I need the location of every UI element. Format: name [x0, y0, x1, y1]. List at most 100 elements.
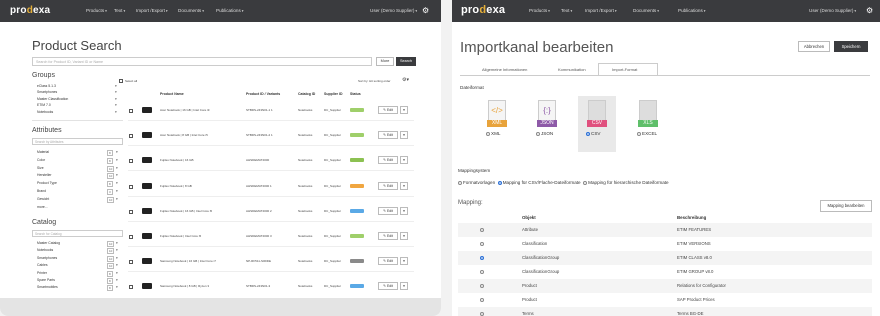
nav-import-export[interactable]: Import /Export▾: [136, 0, 168, 22]
row-checkbox[interactable]: [129, 260, 133, 265]
format-label[interactable]: EXCEL: [637, 131, 657, 136]
product-name[interactable]: Acer Notebook | 8 GB | Intel Core i5: [160, 133, 208, 137]
mapping-row[interactable]: ClassificationGroup ETIM GROUP v8.0: [458, 265, 872, 279]
expand-chevron-icon[interactable]: ▾: [116, 241, 118, 245]
option-hierarchical-mapping[interactable]: Mapping für hierarchische Dateiformate: [583, 180, 669, 185]
catalog-item[interactable]: Cables: [37, 263, 48, 267]
option-formatvorlagen[interactable]: Formatvorlagen: [458, 180, 495, 185]
col-supplier-id[interactable]: Supplier ID: [324, 92, 342, 96]
catalog-item[interactable]: Smartphones: [37, 256, 57, 260]
format-label[interactable]: JSON: [536, 131, 553, 136]
row-checkbox[interactable]: [129, 235, 133, 239]
col-product-name[interactable]: Product Name: [160, 92, 184, 96]
product-thumbnail[interactable]: [142, 258, 152, 265]
row-checkbox[interactable]: [129, 109, 133, 113]
settings-gear-icon[interactable]: ⚙: [422, 0, 429, 22]
format-label[interactable]: CSV: [586, 131, 600, 136]
expand-chevron-icon[interactable]: ▾: [116, 158, 118, 162]
expand-chevron-icon[interactable]: ▾: [116, 271, 118, 275]
attribute-item[interactable]: Brand: [37, 189, 46, 193]
expand-chevron-icon[interactable]: ▾: [116, 181, 118, 185]
mapping-row[interactable]: Classification ETIM VERSIONS: [458, 237, 872, 251]
row-menu-chevron-icon[interactable]: ▾: [400, 257, 408, 266]
attribute-item[interactable]: Gewicht: [37, 197, 49, 201]
product-name[interactable]: Acer Notebook | 16 GB | Intel Core i9: [160, 108, 209, 112]
expand-chevron-icon[interactable]: ▾: [116, 189, 118, 193]
catalog-search-input[interactable]: Search for Catalog: [32, 230, 123, 237]
mapping-row[interactable]: Product Relations for Configurator: [458, 279, 872, 293]
attribute-search-input[interactable]: Search by Attributes: [32, 138, 123, 145]
product-name[interactable]: Samsung Notebook | 16 GB | Intel Core i7: [160, 259, 216, 263]
group-item[interactable]: Master Classification: [37, 97, 68, 101]
product-thumbnail[interactable]: [142, 157, 152, 164]
attribute-item[interactable]: Size: [37, 166, 44, 170]
row-checkbox[interactable]: [129, 159, 133, 164]
edit-button[interactable]: ✎ Edit: [378, 156, 398, 165]
mapping-row[interactable]: ClassificationGroup ETIM CLASS v8.0: [458, 251, 872, 265]
expand-chevron-icon[interactable]: ▾: [115, 110, 117, 114]
nav-publications[interactable]: Publications▾: [678, 0, 706, 22]
catalog-item[interactable]: Printer: [37, 271, 47, 275]
group-item[interactable]: eClass 5.1.3: [37, 84, 56, 88]
user-menu[interactable]: User (Demo Supplier)▾: [370, 0, 417, 22]
expand-chevron-icon[interactable]: ▾: [116, 173, 118, 177]
expand-chevron-icon[interactable]: ▾: [116, 278, 118, 282]
prodexa-logo[interactable]: prodexa: [461, 4, 505, 16]
nav-documents[interactable]: Documents▾: [178, 0, 204, 22]
edit-button[interactable]: ✎ Edit: [378, 232, 398, 240]
expand-chevron-icon[interactable]: ▾: [115, 97, 117, 101]
nav-documents[interactable]: Documents▾: [633, 0, 659, 22]
row-menu-chevron-icon[interactable]: ▾: [400, 282, 408, 291]
row-menu-chevron-icon[interactable]: ▾: [400, 156, 408, 165]
more-button[interactable]: More: [376, 57, 394, 66]
sort-dropdown[interactable]: Sort by: Hit sorting order: [358, 79, 391, 83]
option-csv-mapping[interactable]: Mapping für CSV/Flache-Dateiformate: [497, 180, 581, 185]
user-menu[interactable]: User (Demo Supplier)▾: [809, 0, 856, 22]
catalog-item[interactable]: Master Catalog: [37, 241, 60, 245]
product-name[interactable]: Fujitsu Notebook | 16 GB: [160, 158, 193, 162]
prodexa-logo[interactable]: prodexa: [10, 5, 50, 16]
select-all-checkbox[interactable]: [119, 79, 123, 83]
tab-import-format[interactable]: Import-Format: [612, 67, 637, 72]
nav-products[interactable]: Products▾: [529, 0, 550, 22]
mapping-row[interactable]: Product SAP Product Prices: [458, 293, 872, 307]
expand-chevron-icon[interactable]: ▾: [116, 263, 118, 267]
row-checkbox[interactable]: [129, 134, 133, 139]
nav-products[interactable]: Products▾: [86, 0, 107, 22]
save-button[interactable]: Speichern: [834, 41, 868, 52]
expand-chevron-icon[interactable]: ▾: [116, 166, 118, 170]
radio-icon[interactable]: [480, 228, 484, 232]
nav-import-export[interactable]: Import /Export▾: [585, 0, 617, 22]
expand-chevron-icon[interactable]: ▾: [116, 248, 118, 252]
row-menu-chevron-icon[interactable]: ▾: [400, 106, 408, 114]
product-name[interactable]: Fujitsu Notebook | Intel Core i5: [160, 234, 201, 238]
attribute-item[interactable]: Hersteller: [37, 173, 52, 177]
settings-gear-icon[interactable]: ⚙: [866, 0, 873, 22]
catalog-item[interactable]: Notebooks: [37, 248, 53, 252]
expand-chevron-icon[interactable]: ▾: [115, 103, 117, 107]
product-thumbnail[interactable]: [142, 182, 152, 189]
group-item[interactable]: Notebooks: [37, 110, 53, 114]
radio-icon[interactable]: [480, 312, 484, 316]
attribute-item[interactable]: Product Type: [37, 181, 57, 185]
format-label[interactable]: XML: [486, 131, 500, 136]
attribute-item[interactable]: Material: [37, 150, 49, 154]
product-thumbnail[interactable]: [142, 233, 152, 239]
product-name[interactable]: Fujitsu Notebook | 8 GB: [160, 184, 192, 188]
col-product-id[interactable]: Product ID / Variants: [246, 92, 280, 96]
product-name[interactable]: Samsung Notebook | 8 GB | Ryzen 3: [160, 284, 209, 288]
expand-chevron-icon[interactable]: ▾: [115, 84, 117, 88]
expand-chevron-icon[interactable]: ▾: [116, 285, 118, 289]
table-settings-gear-icon[interactable]: ⚙▾: [402, 77, 409, 83]
attribute-item[interactable]: Color: [37, 158, 45, 162]
nav-publications[interactable]: Publications▾: [216, 0, 244, 22]
radio-icon[interactable]: [480, 298, 484, 302]
catalog-item[interactable]: Spare Parts: [37, 278, 55, 282]
edit-button[interactable]: ✎ Edit: [378, 206, 398, 215]
mapping-row[interactable]: Terms Terms BG-DE: [458, 307, 872, 316]
nav-text[interactable]: Text▾: [561, 0, 572, 22]
tab-communication[interactable]: Kommunikation: [558, 67, 586, 72]
row-menu-chevron-icon[interactable]: ▾: [400, 131, 408, 140]
mapping-row[interactable]: Attribute ETIM FEATURES: [458, 223, 872, 237]
product-search-input[interactable]: Search for Product ID, Variant ID or Nam…: [32, 57, 372, 66]
